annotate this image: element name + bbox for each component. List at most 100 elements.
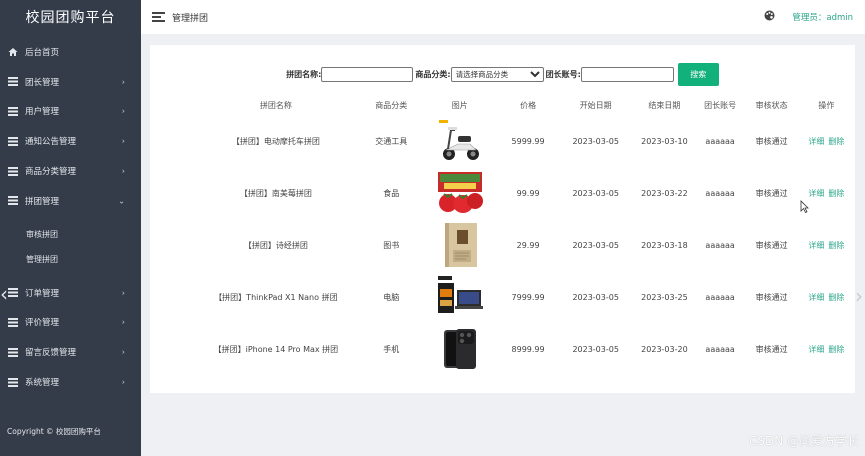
list-icon <box>7 76 19 88</box>
sidebar-item-system[interactable]: 系统管理 › <box>0 367 141 397</box>
category-select[interactable]: 请选择商品分类 <box>450 67 544 82</box>
cell-status: 审核通过 <box>755 292 788 302</box>
cell-category: 图书 <box>383 240 400 250</box>
table-row: 【拼团】ThinkPad X1 Nano 拼团 电脑 7999.99 2023-… <box>190 271 855 323</box>
sidebar-item-reviews[interactable]: 评价管理 › <box>0 308 141 338</box>
cell-category: 电脑 <box>383 292 400 302</box>
sidebar-item-label: 系统管理 <box>25 378 60 389</box>
strawberry-image <box>435 170 484 216</box>
cell-leader: aaaaaa <box>705 292 735 302</box>
category-label: 商品分类: <box>415 70 451 79</box>
col-header: 开始日期 <box>579 100 612 110</box>
delete-link[interactable]: 删除 <box>828 293 844 302</box>
table-row: 【拼团】诗经拼团 图书 29.99 2023-03-05 2023-03-18 … <box>190 219 855 271</box>
cell-name: 【拼团】ThinkPad X1 Nano 拼团 <box>214 292 338 302</box>
sidebar-item-label: 评价管理 <box>25 318 60 329</box>
col-header: 拼团名称 <box>259 100 292 110</box>
cell-start: 2023-03-05 <box>572 344 619 354</box>
cell-price: 7999.99 <box>511 292 545 302</box>
list-icon <box>7 316 19 328</box>
next-arrow-icon[interactable]: › <box>855 284 863 308</box>
watermark-text: CSDN @尚爱方学长 <box>748 434 859 448</box>
chevron-right-icon: › <box>121 77 125 87</box>
cell-name: 【拼团】iPhone 14 Pro Max 拼团 <box>213 344 339 354</box>
palette-icon[interactable] <box>764 10 775 24</box>
menu-toggle-icon[interactable] <box>152 12 165 22</box>
table-header-row: 拼团名称 商品分类 图片 价格 开始日期 结束日期 团长账号 审核状态 操作 <box>190 95 855 115</box>
sidebar-item-categories[interactable]: 商品分类管理 › <box>0 156 141 186</box>
sidebar-item-home[interactable]: 后台首页 <box>0 37 141 67</box>
col-header: 操作 <box>818 100 835 110</box>
name-input[interactable] <box>321 67 414 82</box>
sidebar-item-orders[interactable]: 订单管理 › <box>0 278 141 308</box>
detail-link[interactable]: 详细 <box>808 345 824 354</box>
sidebar-item-feedback[interactable]: 留言反馈管理 › <box>0 337 141 367</box>
submenu-item-manage[interactable]: 管理拼团 <box>0 247 141 272</box>
home-icon <box>7 46 19 58</box>
cell-leader: aaaaaa <box>705 136 735 146</box>
delete-link[interactable]: 删除 <box>828 137 844 146</box>
mouse-cursor-icon <box>800 200 809 216</box>
sidebar-item-label: 拼团管理 <box>25 196 60 207</box>
detail-link[interactable]: 详细 <box>808 137 824 146</box>
top-bar: 管理拼团 管理员：admin <box>141 0 865 34</box>
cell-start: 2023-03-05 <box>572 136 619 146</box>
chevron-right-icon: › <box>121 166 125 176</box>
sidebar-item-users[interactable]: 用户管理 › <box>0 97 141 127</box>
sidebar-item-leader[interactable]: 团长管理 › <box>0 67 141 97</box>
chevron-right-icon: › <box>121 377 125 387</box>
sidebar-item-groupbuy[interactable]: 拼团管理 ⌄ <box>0 186 141 216</box>
cell-end: 2023-03-10 <box>641 136 688 146</box>
detail-link[interactable]: 详细 <box>808 189 824 198</box>
delete-link[interactable]: 删除 <box>828 345 844 354</box>
detail-link[interactable]: 详细 <box>808 241 824 250</box>
brand-title: 校园团购平台 <box>25 10 116 26</box>
groupbuy-table: 拼团名称 商品分类 图片 价格 开始日期 结束日期 团长账号 审核状态 操作 【… <box>190 95 855 375</box>
sidebar: 校园团购平台 后台首页 团长管理 › 用户管理 › 通知公告管理 › 商品分类管… <box>0 0 141 456</box>
sidebar-item-label: 通知公告管理 <box>25 137 77 148</box>
prev-arrow-icon[interactable]: ‹ <box>0 282 8 306</box>
sidebar-item-label: 商品分类管理 <box>25 167 77 178</box>
cell-start: 2023-03-05 <box>572 240 619 250</box>
col-header: 团长账号 <box>704 100 737 110</box>
breadcrumb: 管理拼团 <box>172 13 209 24</box>
admin-user[interactable]: 管理员：admin <box>792 11 853 23</box>
sidebar-item-label: 订单管理 <box>25 288 60 299</box>
cell-status: 审核通过 <box>755 240 788 250</box>
table-row: 【拼团】电动摩托车拼团 交通工具 5999.99 2023-03-05 2023… <box>190 115 855 167</box>
submenu-item-review[interactable]: 审核拼团 <box>0 222 141 247</box>
detail-link[interactable]: 详细 <box>808 293 824 302</box>
cell-name: 【拼团】电动摩托车拼团 <box>231 136 320 146</box>
table-row: 【拼团】南美莓拼团 食品 99.99 2023-03-05 2023-03-22… <box>190 167 855 219</box>
leader-input[interactable] <box>580 67 674 82</box>
table-row: 【拼团】iPhone 14 Pro Max 拼团 手机 8999.99 2023… <box>190 323 855 375</box>
cell-category: 食品 <box>383 188 400 198</box>
cell-category: 交通工具 <box>375 136 408 146</box>
chevron-right-icon: › <box>121 288 125 298</box>
delete-link[interactable]: 删除 <box>828 241 844 250</box>
chevron-right-icon: › <box>121 136 125 146</box>
name-label: 拼团名称: <box>286 70 322 79</box>
col-header: 审核状态 <box>755 100 788 110</box>
col-header: 图片 <box>451 100 468 110</box>
groupbuy-submenu: 审核拼团 管理拼团 <box>0 216 141 278</box>
cell-price: 99.99 <box>516 188 540 198</box>
cell-name: 【拼团】诗经拼团 <box>243 240 308 250</box>
list-icon <box>7 287 19 299</box>
search-button[interactable]: 搜索 <box>677 63 719 86</box>
list-icon <box>7 105 19 117</box>
cell-price: 29.99 <box>516 240 540 250</box>
sidebar-item-notices[interactable]: 通知公告管理 › <box>0 126 141 156</box>
content-card: 拼团名称: 商品分类: 请选择商品分类 团长账号: 搜索 拼团名称 商品分类 图… <box>150 45 855 393</box>
col-header: 结束日期 <box>648 100 681 110</box>
chevron-right-icon: › <box>121 317 125 327</box>
sidebar-item-label: 留言反馈管理 <box>25 348 77 359</box>
copyright-text: Copyright © 校园团购平台 <box>7 427 101 436</box>
cell-end: 2023-03-25 <box>641 292 688 302</box>
delete-link[interactable]: 删除 <box>828 189 844 198</box>
col-header: 商品分类 <box>375 100 408 110</box>
col-header: 价格 <box>520 100 537 110</box>
cell-end: 2023-03-22 <box>641 188 688 198</box>
sidebar-item-label: 用户管理 <box>25 107 60 118</box>
search-bar: 拼团名称: 商品分类: 请选择商品分类 团长账号: 搜索 <box>150 63 855 86</box>
